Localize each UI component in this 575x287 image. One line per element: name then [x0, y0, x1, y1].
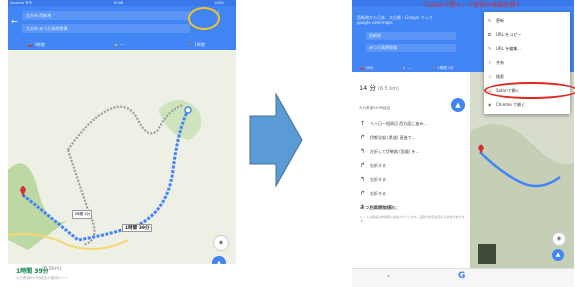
step-row[interactable]: ↰ 左折する — [360, 176, 386, 183]
destination-input[interactable]: 大分市 みつだ高原牧場 — [22, 24, 190, 33]
street-view-thumbnail[interactable] — [478, 244, 496, 264]
chrome-icon: ◉ — [488, 102, 492, 107]
back-arrow-icon[interactable]: ← — [11, 17, 18, 26]
map-view[interactable]: 1時間 39分 1時間 4分 — [8, 50, 236, 264]
clock-text: 19:08 — [113, 1, 124, 5]
step-text: 伊都全般 (県道) 直進で... — [370, 135, 416, 140]
turn-right-icon: ↱ — [360, 162, 366, 169]
turn-right-icon: ↱ — [360, 134, 366, 141]
page-url: 西新地から日本、大分県 › Google マップ google.com/maps — [357, 15, 433, 25]
battery-text: 100% — [214, 1, 225, 5]
google-logo-icon[interactable]: G — [458, 271, 465, 281]
transition-arrow-icon — [249, 92, 303, 188]
transit-mode-tab[interactable]: 🚆 — — [114, 42, 124, 47]
step-text: 右折する — [370, 191, 386, 196]
walk-mode-tab[interactable]: 🚶 1時間 — [188, 42, 205, 48]
menu-item-open-chrome[interactable]: ◉ Chrome で開く — [488, 102, 525, 108]
browser-back-icon[interactable]: ‹ — [387, 272, 390, 280]
summary-time: 14 分 (6.5 km) — [359, 82, 399, 92]
pencil-icon: ✎ — [488, 46, 492, 51]
menu-label: 共有 — [496, 60, 504, 65]
step-text: 右折する — [370, 163, 386, 168]
summary-desc: 大分県道540号経由 — [359, 106, 391, 110]
drive-mode-tab[interactable]: 🚗 3時間 — [28, 42, 45, 48]
step-text: 左折する — [370, 177, 386, 182]
route-description: 大分県道540号経由の最適ルート — [16, 276, 69, 280]
highlight-ring — [484, 82, 575, 99]
left-phone-screen: docomo 令令 19:08 100% ← 大分市 西新地 大分市 みつだ高原… — [8, 0, 236, 287]
destination-section-title: みつだ高原牧場 — [360, 206, 392, 211]
turn-left-icon: ↰ — [360, 148, 366, 155]
menu-item-copy-url[interactable]: ⧉ URL をコピー — [488, 32, 521, 38]
my-location-button[interactable]: ◈ — [552, 232, 566, 246]
origin-input[interactable]: 西新地 — [366, 32, 456, 40]
menu-label: URL をコピー — [496, 32, 522, 37]
summary-time-value: 14 分 — [359, 84, 376, 92]
straight-arrow-icon: ↑ — [360, 120, 366, 127]
summary-distance: (6.5 km) — [377, 86, 400, 92]
disclaimer-text: ルートの情報は参考用に提供されています。実際の状況は変わる場合があります。 — [360, 215, 465, 223]
menu-item-share[interactable]: ⇪ 共有 — [488, 60, 504, 66]
refresh-icon: ↻ — [488, 18, 492, 23]
menu-label: Chrome で開く — [496, 102, 525, 107]
walk-mode-tab[interactable]: 🚶 1時間 4分 — [432, 66, 454, 71]
route-distance: (6.5km) — [42, 266, 62, 272]
menu-label: URL を編集... — [496, 46, 522, 51]
url-line-domain: google.com/maps — [357, 20, 393, 25]
instruction-caption: 「Safariで開く」で普段の地図を開く — [420, 2, 522, 9]
navigate-button[interactable]: ▲ — [552, 249, 564, 261]
origin-input[interactable]: 大分市 西新地 — [22, 11, 190, 20]
copy-icon: ⧉ — [488, 32, 491, 37]
turn-right-icon: ↱ — [360, 190, 366, 197]
step-row[interactable]: ↱ 伊都全般 (県道) 直進で... — [360, 134, 415, 141]
highlight-circle — [188, 7, 220, 30]
my-location-button[interactable]: ◈ — [213, 235, 229, 251]
menu-label: 更新 — [496, 18, 504, 23]
menu-item-refresh[interactable]: ↻ 更新 — [488, 18, 504, 24]
route-duration-label[interactable]: 1時間 39分 — [122, 224, 153, 232]
alt-route-label[interactable]: 1時間 4分 — [72, 210, 93, 219]
menu-item-edit-url[interactable]: ✎ URL を編集... — [488, 46, 521, 52]
origin-dot — [184, 106, 192, 114]
step-text: 左折して伊勢路 (国道) を... — [370, 149, 420, 154]
menu-label: 検索 — [496, 74, 504, 79]
right-phone-screen: 西新地から日本、大分県 › Google マップ google.com/maps… — [352, 0, 574, 287]
bookmark-icon: ☆ — [488, 74, 492, 79]
step-row[interactable]: ↱ 右折する — [360, 190, 386, 197]
turn-left-icon: ↰ — [360, 176, 366, 183]
step-text: 十八日一組周辺 西方面に進み... — [370, 121, 428, 126]
step-row[interactable]: ↑ 十八日一組周辺 西方面に進み... — [360, 120, 427, 127]
drive-mode-tab[interactable]: 🚗 56分 — [360, 66, 373, 71]
destination-input[interactable]: みつだ高原牧場 — [366, 44, 456, 52]
start-navigation-button[interactable]: ▲ — [451, 98, 465, 112]
step-row[interactable]: ↱ 右折する — [360, 162, 386, 169]
step-row[interactable]: ↰ 左折して伊勢路 (国道) を... — [360, 148, 419, 155]
share-icon: ⇪ — [488, 60, 492, 65]
menu-item-search[interactable]: ☆ 検索 — [488, 74, 504, 80]
transit-mode-tab[interactable]: 🚆 — — [402, 66, 411, 70]
